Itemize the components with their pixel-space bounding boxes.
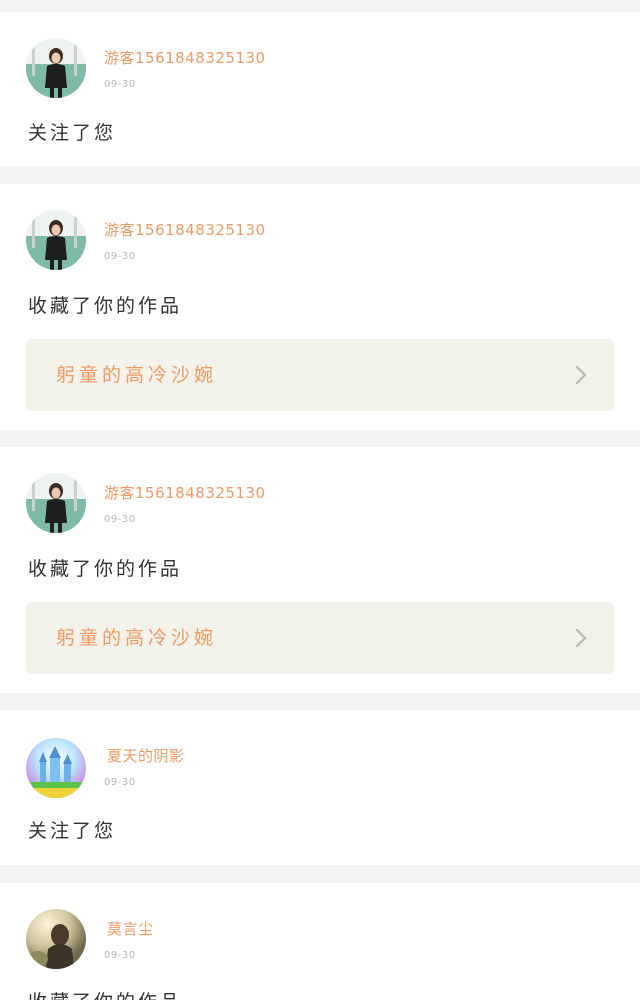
notification-feed: 游客1561848325130 09-30 关注了您 游客15618483251… <box>0 0 640 1000</box>
work-title: 躬童的高冷沙婉 <box>56 627 218 649</box>
avatar-photo <box>26 909 86 969</box>
username[interactable]: 夏天的阴影 <box>107 746 185 766</box>
notification-card: 游客1561848325130 09-30 关注了您 <box>0 12 640 166</box>
chevron-right-icon <box>574 628 588 648</box>
username[interactable]: 游客1561848325130 <box>104 483 266 503</box>
work-title: 躬童的高冷沙婉 <box>56 364 218 386</box>
action-text: 收藏了你的作品 <box>28 989 182 1000</box>
avatar-photo <box>26 738 86 798</box>
timestamp: 09-30 <box>104 514 136 525</box>
chevron-right-icon <box>574 365 588 385</box>
avatar[interactable] <box>26 909 86 969</box>
notification-card: 游客1561848325130 09-30 收藏了你的作品 躬童的高冷沙婉 <box>0 447 640 693</box>
avatar[interactable] <box>26 738 86 798</box>
avatar[interactable] <box>26 473 86 533</box>
notification-card: 夏天的阴影 09-30 关注了您 <box>0 710 640 865</box>
avatar-photo <box>26 473 86 533</box>
avatar-photo <box>26 38 86 98</box>
action-text: 关注了您 <box>28 820 117 842</box>
notification-card: 游客1561848325130 09-30 收藏了你的作品 躬童的高冷沙婉 <box>0 184 640 430</box>
timestamp: 09-30 <box>104 251 136 262</box>
timestamp: 09-30 <box>104 777 136 788</box>
notification-card: 莫言尘 09-30 收藏了你的作品 <box>0 883 640 1000</box>
username[interactable]: 游客1561848325130 <box>104 220 266 240</box>
avatar[interactable] <box>26 38 86 98</box>
work-link[interactable]: 躬童的高冷沙婉 <box>26 602 614 674</box>
timestamp: 09-30 <box>104 950 136 961</box>
action-text: 收藏了你的作品 <box>28 558 183 580</box>
username[interactable]: 游客1561848325130 <box>104 48 266 68</box>
action-text: 收藏了你的作品 <box>28 295 183 317</box>
username[interactable]: 莫言尘 <box>107 919 154 939</box>
avatar[interactable] <box>26 210 86 270</box>
work-link[interactable]: 躬童的高冷沙婉 <box>26 339 614 411</box>
action-text: 关注了您 <box>28 122 117 144</box>
avatar-photo <box>26 210 86 270</box>
timestamp: 09-30 <box>104 79 136 90</box>
